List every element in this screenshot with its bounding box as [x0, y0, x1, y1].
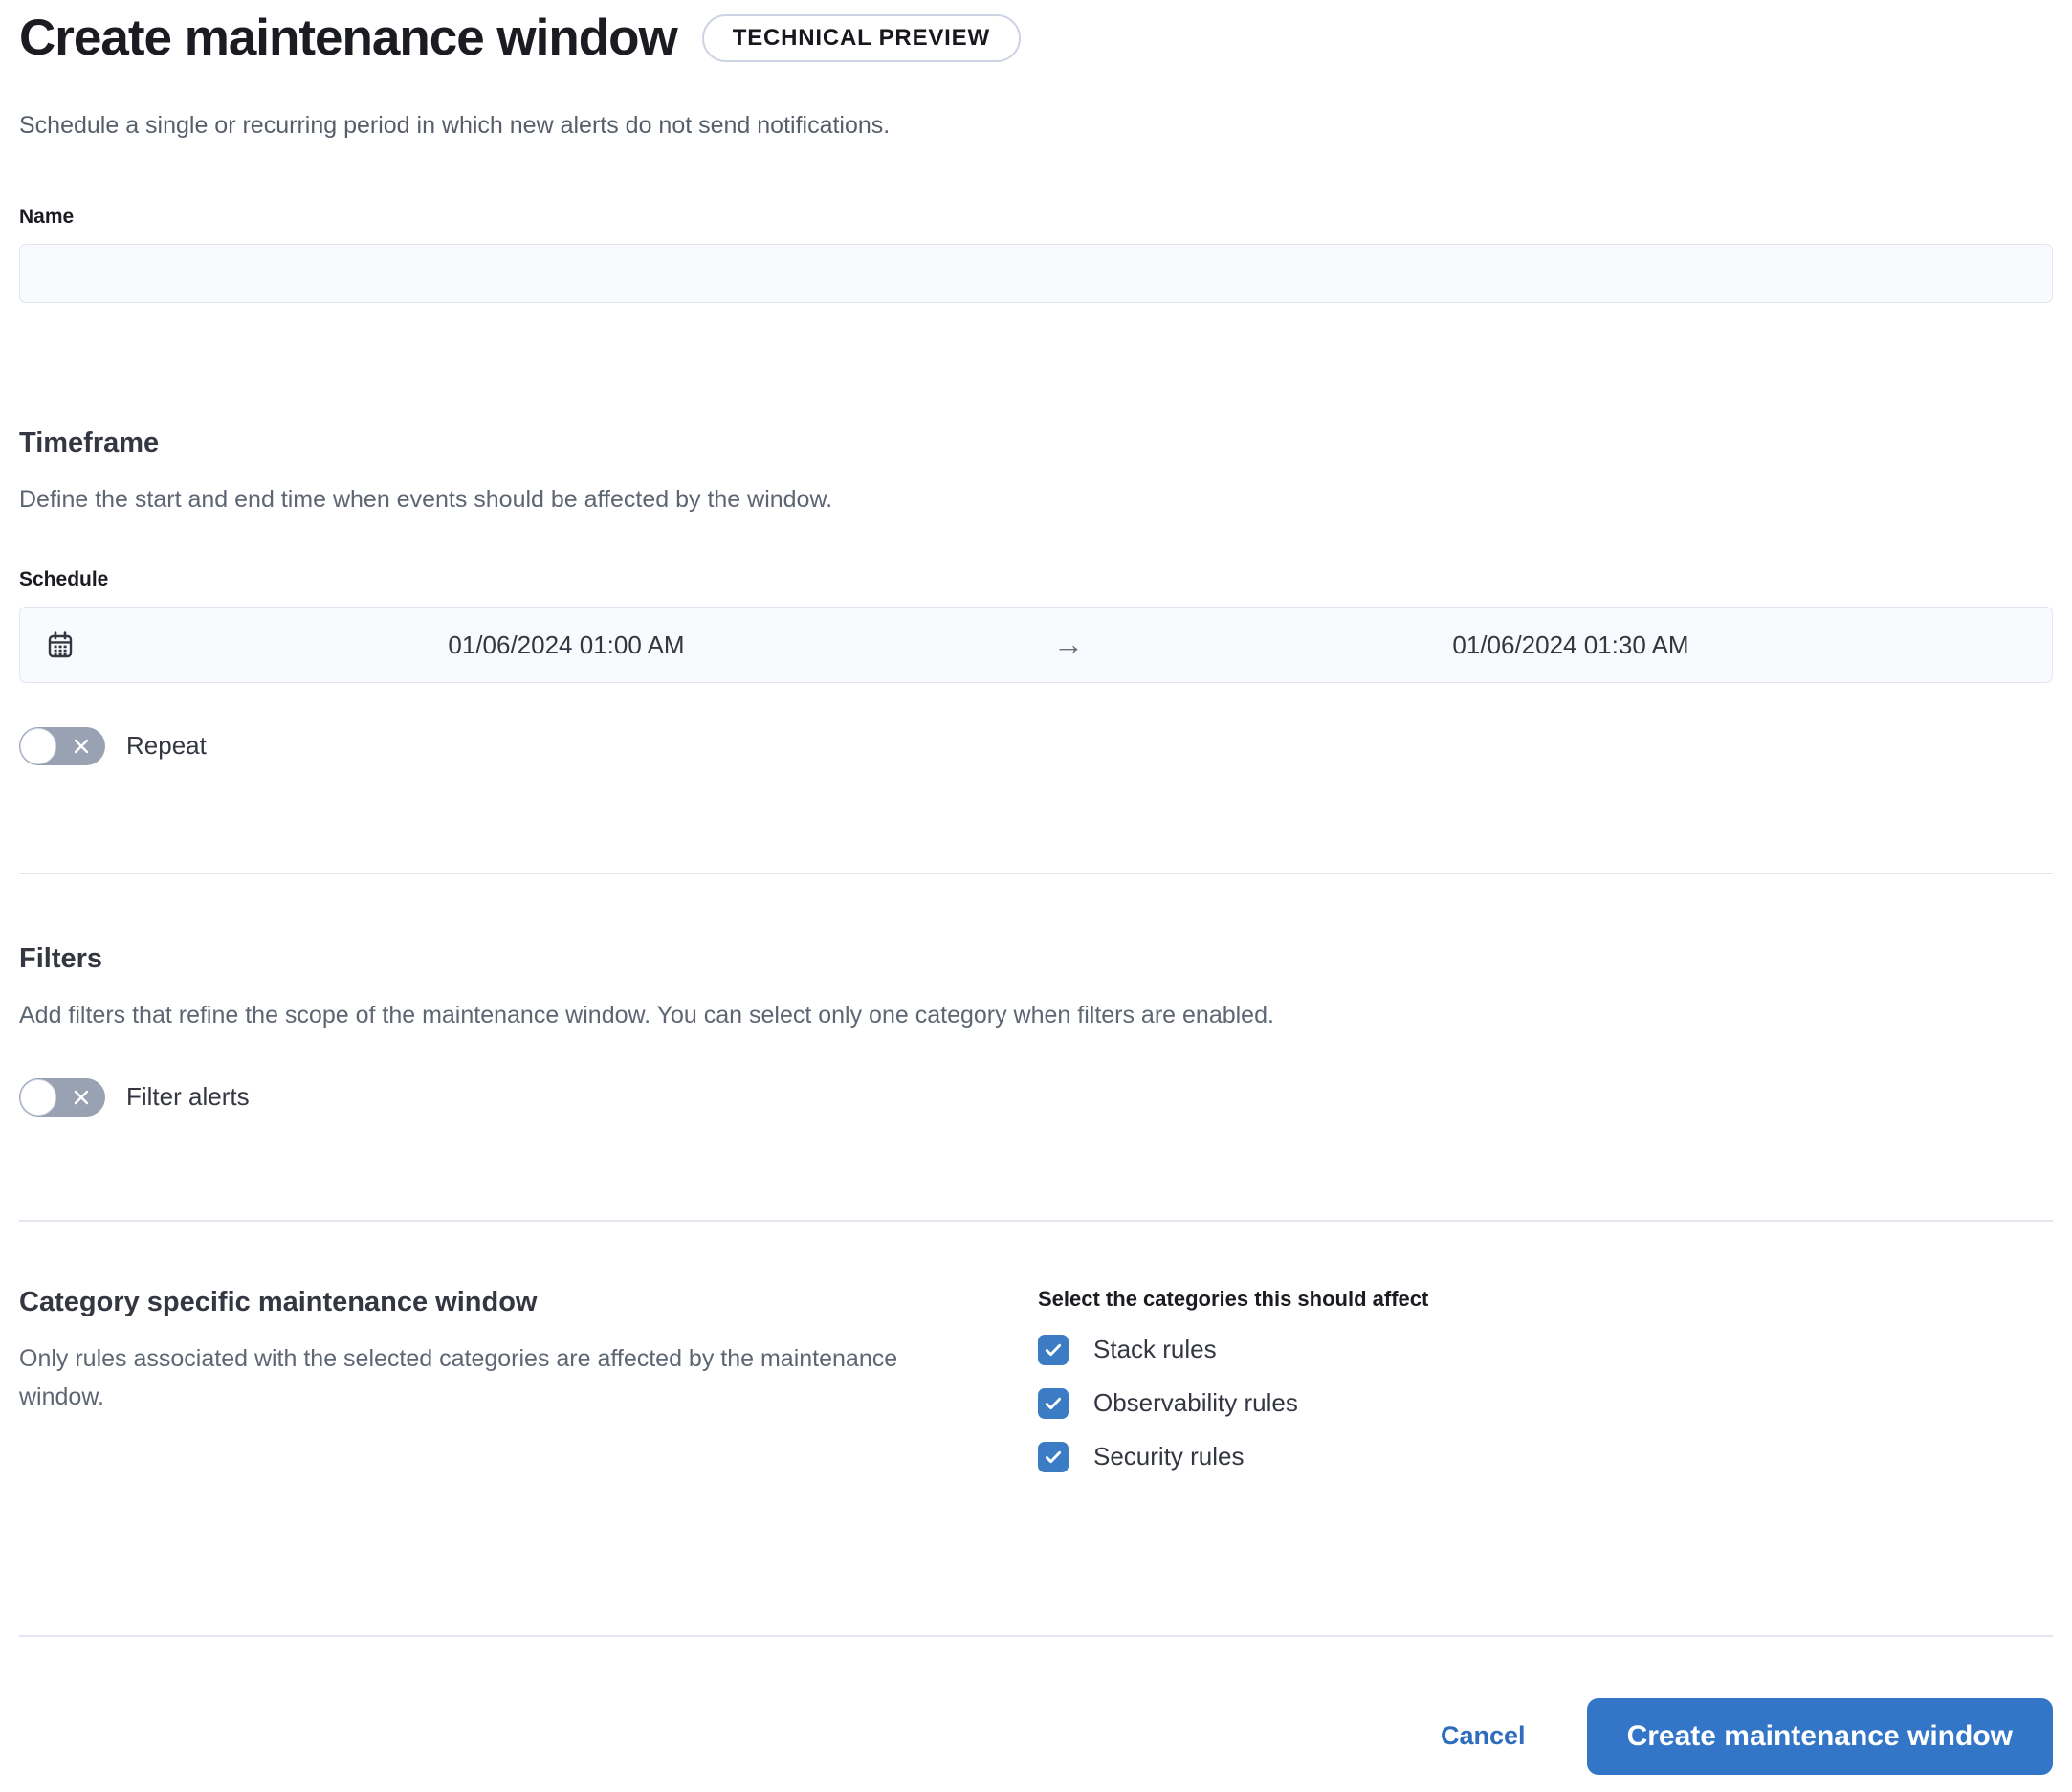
category-description-column: Category specific maintenance window Onl… — [19, 1287, 1036, 1472]
name-input[interactable] — [19, 243, 2053, 303]
checkbox-checked[interactable] — [1038, 1441, 1069, 1472]
page-subtitle: Schedule a single or recurring period in… — [19, 111, 891, 139]
checkbox-row-security-rules[interactable]: Security rules — [1038, 1441, 2053, 1472]
arrow-right-icon: → — [1053, 627, 1084, 662]
checkbox-row-stack-rules[interactable]: Stack rules — [1038, 1334, 2053, 1365]
checkmark-icon — [1045, 1343, 1062, 1356]
toggle-off-x-icon — [72, 1088, 91, 1107]
filter-alerts-toggle-row: Filter alerts — [19, 1077, 2053, 1117]
end-datetime-input[interactable]: 01/06/2024 01:30 AM — [1090, 608, 2052, 682]
category-section: Category specific maintenance window Onl… — [19, 1287, 2053, 1472]
checkmark-icon — [1045, 1397, 1062, 1409]
timeframe-description: Define the start and end time when event… — [19, 485, 833, 513]
filter-alerts-toggle-label: Filter alerts — [126, 1082, 250, 1112]
page-title: Create maintenance window — [19, 10, 678, 66]
timeframe-heading: Timeframe — [19, 427, 160, 458]
repeat-toggle-row: Repeat — [19, 726, 2053, 765]
cancel-button[interactable]: Cancel — [1441, 1721, 1526, 1751]
toggle-thumb — [20, 727, 56, 764]
page-header: Create maintenance window TECHNICAL PREV… — [19, 11, 2053, 65]
checkbox-label: Observability rules — [1093, 1388, 1298, 1418]
category-description: Only rules associated with the selected … — [19, 1344, 898, 1410]
toggle-off-x-icon — [72, 737, 91, 756]
technical-preview-badge: TECHNICAL PREVIEW — [701, 13, 1021, 62]
schedule-date-range: 01/06/2024 01:00 AM → 01/06/2024 01:30 A… — [19, 606, 2053, 683]
schedule-label: Schedule — [19, 567, 109, 590]
section-divider — [19, 872, 2053, 874]
select-categories-label: Select the categories this should affect — [1038, 1286, 1429, 1311]
checkbox-row-observability-rules[interactable]: Observability rules — [1038, 1387, 2053, 1419]
filter-alerts-toggle[interactable] — [19, 1077, 105, 1117]
repeat-toggle[interactable] — [19, 726, 105, 765]
checkbox-checked[interactable] — [1038, 1334, 1069, 1365]
checkmark-icon — [1045, 1450, 1062, 1463]
filters-description: Add filters that refine the scope of the… — [19, 1001, 1274, 1029]
toggle-thumb — [20, 1078, 56, 1116]
checkbox-checked[interactable] — [1038, 1387, 1069, 1419]
calendar-icon — [20, 630, 85, 660]
filters-heading: Filters — [19, 942, 103, 974]
section-divider — [19, 1219, 2053, 1222]
section-divider — [19, 1634, 2053, 1637]
checkbox-label: Stack rules — [1093, 1335, 1217, 1364]
name-label: Name — [19, 205, 75, 228]
category-options-column: Select the categories this should affect… — [1036, 1287, 2053, 1472]
checkbox-label: Security rules — [1093, 1442, 1245, 1471]
form-footer: Cancel Create maintenance window — [19, 1697, 2053, 1775]
category-heading: Category specific maintenance window — [19, 1286, 538, 1317]
repeat-toggle-label: Repeat — [126, 731, 207, 761]
start-datetime-input[interactable]: 01/06/2024 01:00 AM — [85, 608, 1047, 682]
create-maintenance-window-button[interactable]: Create maintenance window — [1586, 1697, 2053, 1775]
